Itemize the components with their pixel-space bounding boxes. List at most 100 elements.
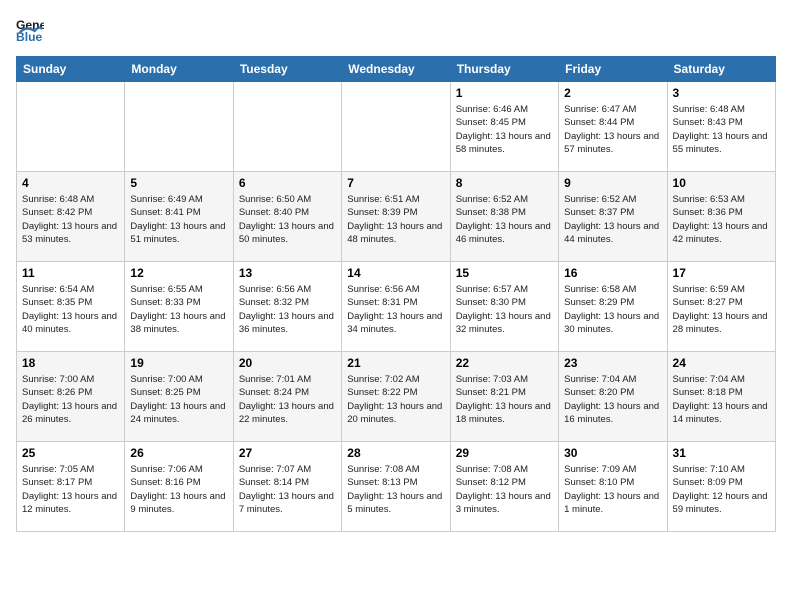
day-number: 24 xyxy=(673,356,770,370)
calendar-cell: 11 Sunrise: 6:54 AMSunset: 8:35 PMDaylig… xyxy=(17,262,125,352)
day-info: Sunrise: 6:54 AMSunset: 8:35 PMDaylight:… xyxy=(22,283,119,336)
day-number: 17 xyxy=(673,266,770,280)
day-number: 12 xyxy=(130,266,227,280)
day-info: Sunrise: 6:53 AMSunset: 8:36 PMDaylight:… xyxy=(673,193,770,246)
calendar-header-row: SundayMondayTuesdayWednesdayThursdayFrid… xyxy=(17,57,776,82)
calendar-cell: 13 Sunrise: 6:56 AMSunset: 8:32 PMDaylig… xyxy=(233,262,341,352)
day-info: Sunrise: 7:08 AMSunset: 8:13 PMDaylight:… xyxy=(347,463,444,516)
day-header-monday: Monday xyxy=(125,57,233,82)
svg-text:Blue: Blue xyxy=(16,30,43,44)
day-number: 13 xyxy=(239,266,336,280)
day-number: 29 xyxy=(456,446,553,460)
day-info: Sunrise: 6:48 AMSunset: 8:43 PMDaylight:… xyxy=(673,103,770,156)
calendar-cell: 19 Sunrise: 7:00 AMSunset: 8:25 PMDaylig… xyxy=(125,352,233,442)
day-info: Sunrise: 7:05 AMSunset: 8:17 PMDaylight:… xyxy=(22,463,119,516)
day-number: 4 xyxy=(22,176,119,190)
day-number: 20 xyxy=(239,356,336,370)
day-number: 22 xyxy=(456,356,553,370)
day-number: 10 xyxy=(673,176,770,190)
day-number: 28 xyxy=(347,446,444,460)
calendar-cell: 24 Sunrise: 7:04 AMSunset: 8:18 PMDaylig… xyxy=(667,352,775,442)
day-number: 3 xyxy=(673,86,770,100)
day-number: 19 xyxy=(130,356,227,370)
calendar-cell: 14 Sunrise: 6:56 AMSunset: 8:31 PMDaylig… xyxy=(342,262,450,352)
calendar-cell: 30 Sunrise: 7:09 AMSunset: 8:10 PMDaylig… xyxy=(559,442,667,532)
calendar-cell: 7 Sunrise: 6:51 AMSunset: 8:39 PMDayligh… xyxy=(342,172,450,262)
day-number: 6 xyxy=(239,176,336,190)
day-number: 7 xyxy=(347,176,444,190)
day-number: 16 xyxy=(564,266,661,280)
calendar-table: SundayMondayTuesdayWednesdayThursdayFrid… xyxy=(16,56,776,532)
logo: General Blue xyxy=(16,16,48,44)
day-info: Sunrise: 7:04 AMSunset: 8:18 PMDaylight:… xyxy=(673,373,770,426)
day-info: Sunrise: 6:58 AMSunset: 8:29 PMDaylight:… xyxy=(564,283,661,336)
day-number: 8 xyxy=(456,176,553,190)
day-info: Sunrise: 6:50 AMSunset: 8:40 PMDaylight:… xyxy=(239,193,336,246)
calendar-cell: 23 Sunrise: 7:04 AMSunset: 8:20 PMDaylig… xyxy=(559,352,667,442)
day-info: Sunrise: 6:52 AMSunset: 8:37 PMDaylight:… xyxy=(564,193,661,246)
day-number: 9 xyxy=(564,176,661,190)
day-number: 30 xyxy=(564,446,661,460)
day-number: 14 xyxy=(347,266,444,280)
day-info: Sunrise: 6:56 AMSunset: 8:32 PMDaylight:… xyxy=(239,283,336,336)
calendar-cell: 29 Sunrise: 7:08 AMSunset: 8:12 PMDaylig… xyxy=(450,442,558,532)
day-info: Sunrise: 7:08 AMSunset: 8:12 PMDaylight:… xyxy=(456,463,553,516)
calendar-week-2: 4 Sunrise: 6:48 AMSunset: 8:42 PMDayligh… xyxy=(17,172,776,262)
calendar-cell: 3 Sunrise: 6:48 AMSunset: 8:43 PMDayligh… xyxy=(667,82,775,172)
calendar-cell: 31 Sunrise: 7:10 AMSunset: 8:09 PMDaylig… xyxy=(667,442,775,532)
day-number: 27 xyxy=(239,446,336,460)
calendar-cell: 26 Sunrise: 7:06 AMSunset: 8:16 PMDaylig… xyxy=(125,442,233,532)
day-header-tuesday: Tuesday xyxy=(233,57,341,82)
calendar-cell: 1 Sunrise: 6:46 AMSunset: 8:45 PMDayligh… xyxy=(450,82,558,172)
calendar-cell: 15 Sunrise: 6:57 AMSunset: 8:30 PMDaylig… xyxy=(450,262,558,352)
day-info: Sunrise: 7:09 AMSunset: 8:10 PMDaylight:… xyxy=(564,463,661,516)
day-header-friday: Friday xyxy=(559,57,667,82)
calendar-cell: 9 Sunrise: 6:52 AMSunset: 8:37 PMDayligh… xyxy=(559,172,667,262)
day-number: 11 xyxy=(22,266,119,280)
calendar-cell: 17 Sunrise: 6:59 AMSunset: 8:27 PMDaylig… xyxy=(667,262,775,352)
calendar-cell: 21 Sunrise: 7:02 AMSunset: 8:22 PMDaylig… xyxy=(342,352,450,442)
calendar-cell: 22 Sunrise: 7:03 AMSunset: 8:21 PMDaylig… xyxy=(450,352,558,442)
day-header-thursday: Thursday xyxy=(450,57,558,82)
calendar-cell: 16 Sunrise: 6:58 AMSunset: 8:29 PMDaylig… xyxy=(559,262,667,352)
calendar-cell: 18 Sunrise: 7:00 AMSunset: 8:26 PMDaylig… xyxy=(17,352,125,442)
day-info: Sunrise: 7:10 AMSunset: 8:09 PMDaylight:… xyxy=(673,463,770,516)
calendar-cell xyxy=(342,82,450,172)
calendar-cell: 5 Sunrise: 6:49 AMSunset: 8:41 PMDayligh… xyxy=(125,172,233,262)
calendar-cell: 12 Sunrise: 6:55 AMSunset: 8:33 PMDaylig… xyxy=(125,262,233,352)
day-number: 1 xyxy=(456,86,553,100)
calendar-cell: 27 Sunrise: 7:07 AMSunset: 8:14 PMDaylig… xyxy=(233,442,341,532)
day-info: Sunrise: 7:00 AMSunset: 8:25 PMDaylight:… xyxy=(130,373,227,426)
day-info: Sunrise: 7:06 AMSunset: 8:16 PMDaylight:… xyxy=(130,463,227,516)
day-info: Sunrise: 6:52 AMSunset: 8:38 PMDaylight:… xyxy=(456,193,553,246)
day-info: Sunrise: 6:57 AMSunset: 8:30 PMDaylight:… xyxy=(456,283,553,336)
day-info: Sunrise: 7:03 AMSunset: 8:21 PMDaylight:… xyxy=(456,373,553,426)
day-info: Sunrise: 6:49 AMSunset: 8:41 PMDaylight:… xyxy=(130,193,227,246)
calendar-cell: 6 Sunrise: 6:50 AMSunset: 8:40 PMDayligh… xyxy=(233,172,341,262)
day-number: 31 xyxy=(673,446,770,460)
day-info: Sunrise: 6:46 AMSunset: 8:45 PMDaylight:… xyxy=(456,103,553,156)
calendar-cell: 25 Sunrise: 7:05 AMSunset: 8:17 PMDaylig… xyxy=(17,442,125,532)
day-info: Sunrise: 7:02 AMSunset: 8:22 PMDaylight:… xyxy=(347,373,444,426)
calendar-cell: 20 Sunrise: 7:01 AMSunset: 8:24 PMDaylig… xyxy=(233,352,341,442)
day-info: Sunrise: 6:55 AMSunset: 8:33 PMDaylight:… xyxy=(130,283,227,336)
logo-icon: General Blue xyxy=(16,16,44,44)
calendar-cell: 8 Sunrise: 6:52 AMSunset: 8:38 PMDayligh… xyxy=(450,172,558,262)
calendar-cell xyxy=(125,82,233,172)
day-header-sunday: Sunday xyxy=(17,57,125,82)
day-info: Sunrise: 6:51 AMSunset: 8:39 PMDaylight:… xyxy=(347,193,444,246)
day-number: 25 xyxy=(22,446,119,460)
day-info: Sunrise: 6:48 AMSunset: 8:42 PMDaylight:… xyxy=(22,193,119,246)
day-number: 26 xyxy=(130,446,227,460)
calendar-cell xyxy=(17,82,125,172)
day-number: 15 xyxy=(456,266,553,280)
day-header-saturday: Saturday xyxy=(667,57,775,82)
calendar-cell: 4 Sunrise: 6:48 AMSunset: 8:42 PMDayligh… xyxy=(17,172,125,262)
day-info: Sunrise: 7:07 AMSunset: 8:14 PMDaylight:… xyxy=(239,463,336,516)
day-info: Sunrise: 7:01 AMSunset: 8:24 PMDaylight:… xyxy=(239,373,336,426)
day-info: Sunrise: 6:59 AMSunset: 8:27 PMDaylight:… xyxy=(673,283,770,336)
day-number: 5 xyxy=(130,176,227,190)
day-number: 21 xyxy=(347,356,444,370)
calendar-cell xyxy=(233,82,341,172)
calendar-week-3: 11 Sunrise: 6:54 AMSunset: 8:35 PMDaylig… xyxy=(17,262,776,352)
